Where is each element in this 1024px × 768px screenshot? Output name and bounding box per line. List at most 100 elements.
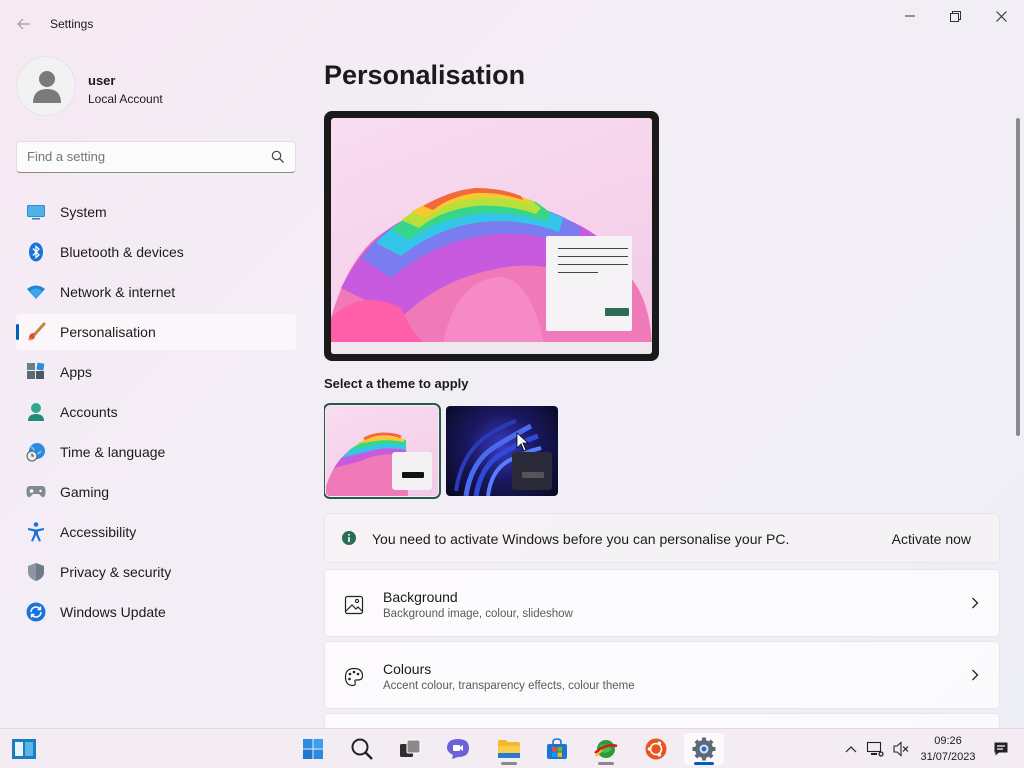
sidebar-nav: System Bluetooth & devices Network & int… <box>16 194 296 634</box>
main-content: Personalisation Select a theme to apply … <box>324 48 1000 728</box>
thumbnail-window <box>512 452 552 490</box>
sidebar-item-accessibility[interactable]: Accessibility <box>16 514 296 550</box>
brush-icon <box>26 322 46 342</box>
page-title: Personalisation <box>324 60 526 90</box>
row-subtitle: Background image, colour, slideshow <box>383 608 573 620</box>
activation-banner: You need to activate Windows before you … <box>324 513 1000 563</box>
folder-icon <box>498 740 520 758</box>
globe-network-icon <box>594 740 618 758</box>
title-bar: Settings <box>0 0 1024 48</box>
restore-button[interactable] <box>933 4 977 28</box>
row-subtitle: Accent colour, transparency effects, col… <box>383 680 635 692</box>
gear-icon <box>692 737 716 761</box>
app-title: Settings <box>50 17 94 31</box>
settings-button[interactable] <box>684 733 724 765</box>
sidebar-item-gaming[interactable]: Gaming <box>16 474 296 510</box>
preview-desktop <box>331 118 652 354</box>
start-button[interactable] <box>293 733 333 765</box>
sidebar-item-windows-update[interactable]: Windows Update <box>16 594 296 630</box>
themes-setting-row-partial[interactable] <box>324 713 1000 728</box>
sidebar-item-time-language[interactable]: Time & language <box>16 434 296 470</box>
background-setting-row[interactable]: Background Background image, colour, sli… <box>324 569 1000 637</box>
close-button[interactable] <box>979 4 1023 28</box>
search-taskbar-button[interactable] <box>342 733 382 765</box>
avatar <box>16 56 76 116</box>
theme-option-dark[interactable] <box>446 406 558 496</box>
teams-chat-icon <box>447 739 469 759</box>
theme-option-light[interactable] <box>324 403 441 499</box>
chevron-right-icon <box>972 669 979 681</box>
activation-message: You need to activate Windows before you … <box>372 531 790 547</box>
running-indicator <box>501 762 517 765</box>
search-box[interactable] <box>16 141 296 173</box>
minimize-icon <box>905 15 915 17</box>
account-type: Local Account <box>88 92 163 106</box>
shield-icon <box>26 562 46 582</box>
sidebar-item-label: Bluetooth & devices <box>60 244 184 260</box>
sidebar-item-label: Windows Update <box>60 604 166 620</box>
sidebar-item-accounts[interactable]: Accounts <box>16 394 296 430</box>
volume-muted-icon <box>893 741 909 757</box>
search-icon <box>351 738 373 760</box>
scrollbar-thumb[interactable] <box>1016 118 1020 436</box>
globe-clock-icon <box>26 442 46 462</box>
preview-window <box>546 236 632 331</box>
image-icon <box>343 594 365 616</box>
info-icon <box>342 531 356 545</box>
sidebar-item-label: Gaming <box>60 484 110 500</box>
arrow-left-icon <box>17 18 30 30</box>
theme-preview <box>324 111 659 361</box>
accessibility-icon <box>26 522 46 542</box>
user-card[interactable]: user Local Account <box>16 56 296 116</box>
chat-button[interactable] <box>438 733 478 765</box>
notifications-button[interactable] <box>990 729 1012 768</box>
gamepad-icon <box>26 482 46 502</box>
volume-button[interactable] <box>890 729 912 768</box>
theme-section-label: Select a theme to apply <box>324 376 469 391</box>
sidebar: user Local Account System Bluetooth & de… <box>0 48 312 728</box>
taskbar: 09:26 31/07/2023 <box>0 728 1024 768</box>
update-icon <box>26 602 46 622</box>
clock-date: 31/07/2023 <box>920 751 976 763</box>
sidebar-item-label: Personalisation <box>60 324 156 340</box>
mouse-cursor-icon <box>516 432 530 452</box>
minimize-button[interactable] <box>888 4 932 28</box>
activate-now-button[interactable]: Activate now <box>892 531 971 547</box>
store-icon <box>547 738 567 759</box>
file-explorer-button[interactable] <box>489 733 529 765</box>
clock[interactable]: 09:26 31/07/2023 <box>916 733 980 765</box>
colours-setting-row[interactable]: Colours Accent colour, transparency effe… <box>324 641 1000 709</box>
sidebar-item-personalisation[interactable]: Personalisation <box>16 314 296 350</box>
sidebar-item-privacy-security[interactable]: Privacy & security <box>16 554 296 590</box>
network-status-button[interactable] <box>864 729 886 768</box>
row-title: Colours <box>383 661 432 677</box>
task-view-icon <box>400 739 421 757</box>
windows-start-icon <box>303 739 323 759</box>
palette-icon <box>343 666 365 688</box>
widgets-icon <box>12 739 36 759</box>
task-view-button[interactable] <box>390 733 430 765</box>
restore-icon <box>949 10 961 22</box>
search-input[interactable] <box>27 149 257 164</box>
search-icon <box>271 150 284 163</box>
accounts-icon <box>26 402 46 422</box>
widgets-button[interactable] <box>4 733 44 765</box>
clock-time: 09:26 <box>934 735 962 747</box>
chevron-right-icon <box>972 597 979 609</box>
close-icon <box>995 10 1007 22</box>
store-button[interactable] <box>537 733 577 765</box>
show-hidden-icons-button[interactable] <box>842 729 860 768</box>
active-indicator <box>694 762 714 765</box>
sidebar-item-label: Accessibility <box>60 524 137 540</box>
sidebar-item-bluetooth[interactable]: Bluetooth & devices <box>16 234 296 270</box>
ubuntu-icon <box>645 738 667 760</box>
sidebar-item-network[interactable]: Network & internet <box>16 274 296 310</box>
ubuntu-button[interactable] <box>636 733 676 765</box>
back-button[interactable] <box>12 12 36 36</box>
sidebar-item-label: Accounts <box>60 404 118 420</box>
preview-button <box>605 308 629 316</box>
running-indicator <box>598 762 614 765</box>
sidebar-item-apps[interactable]: Apps <box>16 354 296 390</box>
network-app-button[interactable] <box>586 733 626 765</box>
sidebar-item-system[interactable]: System <box>16 194 296 230</box>
